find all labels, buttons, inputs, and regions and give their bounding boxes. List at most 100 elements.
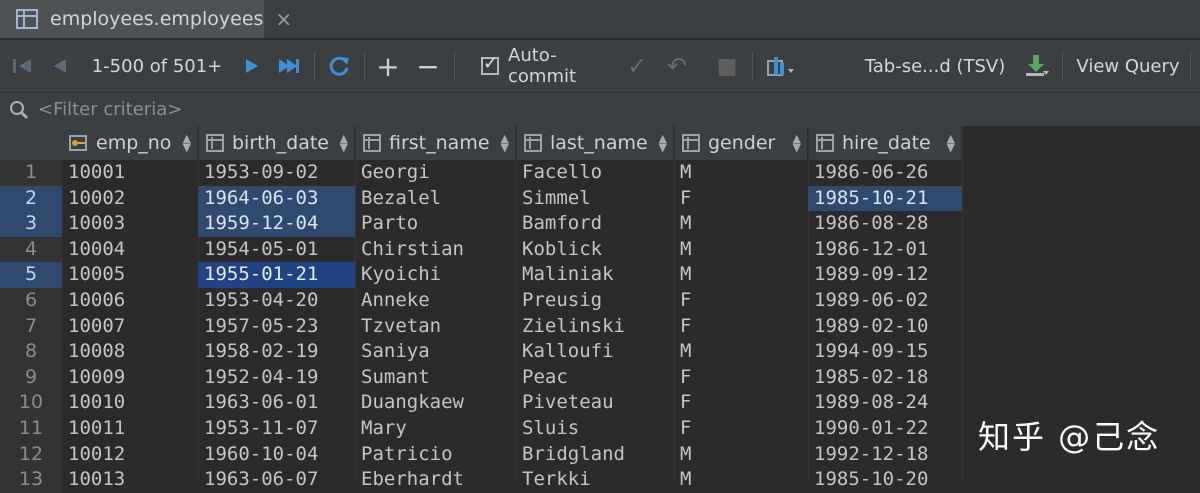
cell-last-name[interactable]: Piveteau (516, 390, 674, 416)
cell-first-name[interactable]: Kyoichi (355, 262, 516, 288)
cell-birth-date[interactable]: 1953-09-02 (198, 160, 355, 186)
row-number[interactable]: 12 (0, 441, 62, 468)
table-row[interactable]: 4 10004 1954-05-01 Chirstian Koblick M 1… (0, 236, 962, 263)
cell-emp-no[interactable]: 10002 (62, 186, 198, 212)
cell-emp-no[interactable]: 10010 (62, 390, 198, 416)
add-row-icon[interactable]: + (372, 40, 404, 92)
row-number[interactable]: 4 (0, 236, 62, 263)
cell-gender[interactable]: M (674, 211, 808, 237)
cell-birth-date[interactable]: 1957-05-23 (198, 314, 355, 340)
cell-last-name[interactable]: Peac (516, 365, 674, 391)
autocommit-checkbox[interactable]: ✓ (476, 40, 504, 92)
previous-page-icon[interactable] (46, 40, 74, 92)
cell-emp-no[interactable]: 10007 (62, 314, 198, 340)
row-number[interactable]: 10 (0, 390, 62, 416)
download-icon[interactable] (1018, 40, 1054, 92)
cell-last-name[interactable]: Bamford (516, 211, 674, 237)
cell-first-name[interactable]: Chirstian (355, 237, 516, 263)
cell-gender[interactable]: F (674, 390, 808, 416)
row-number[interactable]: 7 (0, 313, 62, 340)
cell-hire-date[interactable]: 1989-08-24 (808, 390, 962, 416)
cell-birth-date[interactable]: 1953-04-20 (198, 288, 355, 314)
row-number[interactable]: 9 (0, 364, 62, 391)
cell-hire-date[interactable]: 1986-06-26 (808, 160, 962, 186)
cell-first-name[interactable]: Bezalel (355, 186, 516, 212)
cell-gender[interactable]: F (674, 288, 808, 314)
cell-last-name[interactable]: Preusig (516, 288, 674, 314)
cell-emp-no[interactable]: 10003 (62, 211, 198, 237)
cell-emp-no[interactable]: 10004 (62, 237, 198, 263)
cell-birth-date[interactable]: 1964-06-03 (198, 185, 355, 212)
cell-birth-date[interactable]: 1955-01-21 (198, 262, 355, 288)
filter-bar[interactable]: <Filter criteria> (0, 93, 1200, 127)
cell-birth-date[interactable]: 1958-02-19 (198, 339, 355, 365)
sort-icon[interactable]: ▲ ▼ (659, 133, 667, 153)
cell-birth-date[interactable]: 1963-06-01 (198, 390, 355, 416)
column-header-birth-date[interactable]: birth_date ▲ ▼ (198, 126, 355, 160)
row-number[interactable]: 6 (0, 287, 62, 314)
cell-last-name[interactable]: Simmel (516, 186, 674, 212)
table-row[interactable]: 9 10009 1952-04-19 Sumant Peac F 1985-02… (0, 364, 962, 391)
remove-row-icon[interactable]: − (412, 40, 444, 92)
cell-first-name[interactable]: Patricio (355, 442, 516, 468)
table-row[interactable]: 10 10010 1963-06-01 Duangkaew Piveteau F… (0, 390, 962, 416)
tab-employees[interactable]: employees.employees × (0, 0, 292, 38)
cell-birth-date[interactable]: 1952-04-19 (198, 365, 355, 391)
cell-gender[interactable]: F (674, 365, 808, 391)
compare-icon[interactable] (762, 40, 798, 92)
table-row[interactable]: 8 10008 1958-02-19 Saniya Kalloufi M 199… (0, 339, 962, 365)
table-row[interactable]: 7 10007 1957-05-23 Tzvetan Zielinski F 1… (0, 313, 962, 340)
cell-hire-date[interactable]: 1992-12-18 (808, 442, 962, 468)
cell-first-name[interactable]: Duangkaew (355, 390, 516, 416)
cell-hire-date[interactable]: 1989-02-10 (808, 314, 962, 340)
filter-input[interactable]: <Filter criteria> (38, 99, 182, 120)
cell-first-name[interactable]: Saniya (355, 339, 516, 365)
cell-hire-date[interactable]: 1990-01-22 (808, 416, 962, 442)
stop-icon[interactable]: ■ (712, 40, 742, 92)
cell-birth-date[interactable]: 1959-12-04 (198, 211, 355, 237)
last-page-icon[interactable] (272, 40, 306, 92)
cell-last-name[interactable]: Kalloufi (516, 339, 674, 365)
cell-first-name[interactable]: Anneke (355, 288, 516, 314)
cell-emp-no[interactable]: 10005 (62, 262, 198, 288)
column-header-gender[interactable]: gender ▲ ▼ (674, 126, 808, 160)
table-row[interactable]: 12 10012 1960-10-04 Patricio Bridgland M… (0, 441, 962, 468)
cell-last-name[interactable]: Maliniak (516, 262, 674, 288)
refresh-icon[interactable] (322, 40, 356, 92)
column-header-last-name[interactable]: last_name ▲ ▼ (516, 126, 674, 160)
cell-hire-date[interactable]: 1985-10-21 (808, 185, 962, 212)
cell-first-name[interactable]: Tzvetan (355, 314, 516, 340)
cell-last-name[interactable]: Zielinski (516, 314, 674, 340)
cell-emp-no[interactable]: 10009 (62, 365, 198, 391)
cell-emp-no[interactable]: 10008 (62, 339, 198, 365)
cell-emp-no[interactable]: 10012 (62, 442, 198, 468)
cell-gender[interactable]: F (674, 416, 808, 442)
cell-first-name[interactable]: Mary (355, 416, 516, 442)
cell-hire-date[interactable]: 1986-08-28 (808, 211, 962, 237)
column-header-first-name[interactable]: first_name ▲ ▼ (355, 126, 516, 160)
cell-last-name[interactable]: Sluis (516, 416, 674, 442)
cell-first-name[interactable]: Parto (355, 211, 516, 237)
cell-emp-no[interactable]: 10006 (62, 288, 198, 314)
cell-gender[interactable]: M (674, 442, 808, 468)
close-icon[interactable]: × (275, 7, 292, 31)
column-header-hire-date[interactable]: hire_date ▲ ▼ (808, 126, 962, 160)
row-number[interactable]: 11 (0, 415, 62, 442)
sort-icon[interactable]: ▲ ▼ (340, 133, 348, 153)
row-number[interactable]: 1 (0, 160, 62, 186)
cell-gender[interactable]: F (674, 186, 808, 212)
table-row[interactable]: 3 10003 1959-12-04 Parto Bamford M 1986-… (0, 211, 962, 237)
row-number[interactable]: 8 (0, 339, 62, 365)
cell-birth-date[interactable]: 1960-10-04 (198, 442, 355, 468)
first-page-icon[interactable] (6, 40, 38, 92)
row-number[interactable]: 5 (0, 262, 62, 288)
cell-birth-date[interactable]: 1953-11-07 (198, 416, 355, 442)
table-row[interactable]: 2 10002 1964-06-03 Bezalel Simmel F 1985… (0, 185, 962, 212)
autocommit-label[interactable]: Auto-commit (508, 40, 622, 92)
table-row[interactable]: 11 10011 1953-11-07 Mary Sluis F 1990-01… (0, 415, 962, 442)
sort-icon[interactable]: ▲ ▼ (501, 133, 509, 153)
row-number[interactable]: 3 (0, 211, 62, 237)
cell-emp-no[interactable]: 10001 (62, 160, 198, 186)
view-query-button[interactable]: View Query (1072, 40, 1184, 92)
table-row[interactable]: 1 10001 1953-09-02 Georgi Facello M 1986… (0, 160, 962, 186)
